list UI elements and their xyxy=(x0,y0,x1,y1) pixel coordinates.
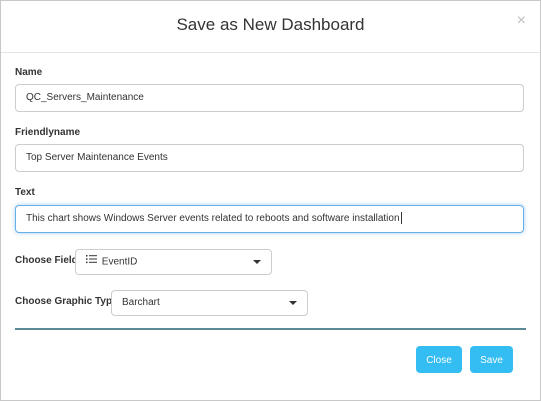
friendlyname-value: Top Server Maintenance Events xyxy=(26,152,168,163)
text-input[interactable]: This chart shows Windows Server events r… xyxy=(15,205,524,233)
list-icon xyxy=(86,250,97,274)
text-cursor xyxy=(400,212,402,225)
text-label: Text xyxy=(15,187,35,198)
text-value: This chart shows Windows Server events r… xyxy=(26,213,400,224)
choose-graphic-type-value: Barchart xyxy=(122,297,160,308)
close-button[interactable]: Close xyxy=(416,346,462,373)
name-label: Name xyxy=(15,67,43,78)
dialog-title: Save as New Dashboard xyxy=(176,15,365,34)
choose-field-select[interactable]: EventID xyxy=(75,249,272,275)
choose-graphic-type-select[interactable]: Barchart xyxy=(111,290,308,316)
dialog-header: Save as New Dashboard × xyxy=(1,1,540,53)
footer-divider xyxy=(15,328,526,330)
save-button[interactable]: Save xyxy=(470,346,513,373)
name-value: QC_Servers_Maintenance xyxy=(26,92,144,103)
save-dashboard-dialog: Save as New Dashboard × Name QC_Servers_… xyxy=(0,0,541,401)
close-icon[interactable]: × xyxy=(517,13,526,29)
friendlyname-label: Friendlyname xyxy=(15,127,81,138)
chevron-down-icon xyxy=(253,260,261,264)
name-input[interactable]: QC_Servers_Maintenance xyxy=(15,84,524,112)
choose-graphic-type-label: Choose Graphic Type xyxy=(15,296,118,307)
friendlyname-input[interactable]: Top Server Maintenance Events xyxy=(15,144,524,172)
choose-field-value: EventID xyxy=(101,256,138,268)
chevron-down-icon xyxy=(289,301,297,305)
choose-field-label: Choose Field xyxy=(15,255,78,266)
